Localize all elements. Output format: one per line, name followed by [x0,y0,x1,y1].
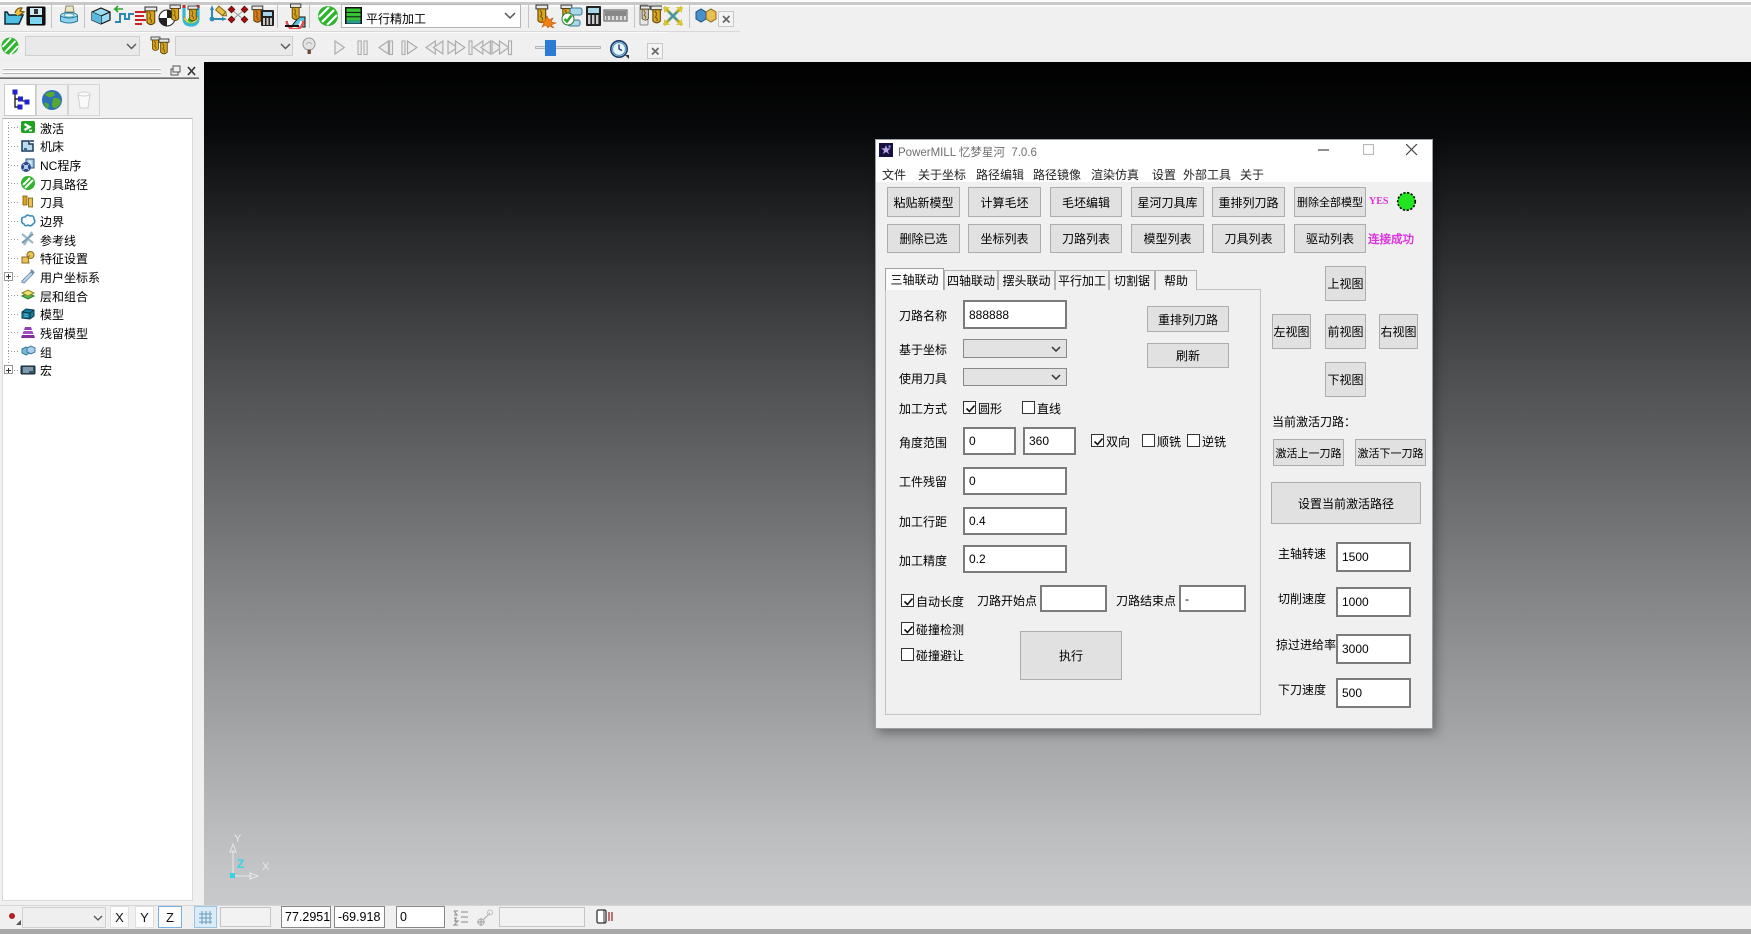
svg-text:X: X [262,861,270,873]
svg-text:Y: Y [234,833,242,845]
svg-text:Z: Z [237,857,244,871]
